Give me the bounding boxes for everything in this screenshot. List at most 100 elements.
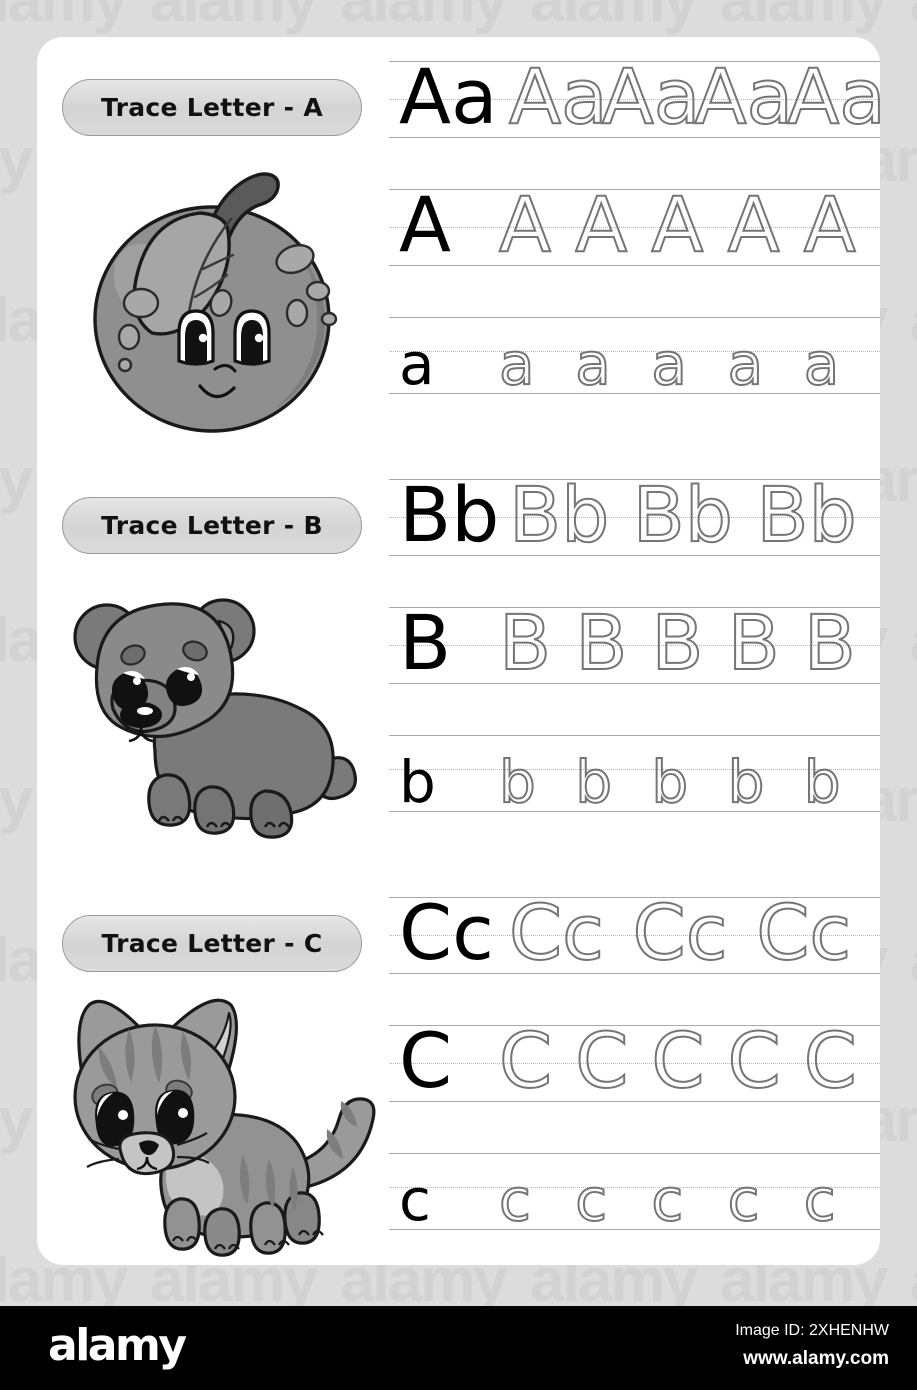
trace-row[interactable]: cccccc [389,1153,880,1253]
trace-letter: b [574,748,613,816]
title-pill-c[interactable]: Trace Letter - C [62,915,362,972]
trace-row[interactable]: Bb Bb Bb Bb [389,470,880,579]
trace-letter: C [727,1016,782,1105]
trace-row[interactable]: AAAAAA [389,180,880,289]
trace-letter: c [650,1166,684,1234]
image-id-text: Image ID: 2XHENHW [735,1322,889,1339]
title-label-a: Trace Letter - A [101,93,323,122]
trace-letter: Bb [508,470,610,559]
model-letter: B [399,598,452,687]
model-letter: c [399,1166,431,1234]
model-letter: Bb [399,470,500,559]
apple-illustration [37,141,387,441]
trace-letter: b [803,748,842,816]
trace-letter: c [498,1166,532,1234]
trace-letter: B [650,598,704,687]
trace-letter: b [727,748,766,816]
trace-letter: Bb [632,470,734,559]
trace-letter: a [574,330,612,398]
cat-illustration [37,977,387,1277]
trace-letter: C [650,1016,705,1105]
trace-row[interactable]: bbbbbb [389,735,880,835]
glyph-layer: bbbbbb [389,735,880,835]
section-c-trace-rows: Cc Cc Cc Cc C C C C C Cc c c c c c [389,877,880,1265]
glyph-layer: Cc Cc Cc Cc [389,888,880,997]
watermark-text: alamy [910,1250,917,1307]
alamy-footer-bar: alamy Image ID: 2XHENHW www.alamy.com [0,1306,917,1390]
watermark-text: alamy [0,0,128,35]
model-letter: b [399,748,436,816]
alamy-website-text: www.alamy.com [743,1348,889,1369]
watermark-text: alamy [0,1086,33,1155]
trace-letter: C [803,1016,858,1105]
title-label-b: Trace Letter - B [101,511,323,540]
watermark-text: alamy [910,930,917,992]
glyph-layer: Bb Bb Bb Bb [389,470,880,579]
section-b-trace-rows: Bb Bb Bb Bb B B B B B Bb b b b b b [389,459,880,879]
glyph-layer: Aa Aa Aa Aa Aa [389,52,887,161]
trace-letter: Aa [508,52,609,141]
trace-letter: a [727,330,765,398]
watermark-text: alamy [0,126,33,195]
trace-row[interactable]: CCCCCC [389,1016,880,1125]
trace-letter: c [803,1166,837,1234]
trace-letter: a [650,330,688,398]
glyph-layer: BBBBBB [389,598,880,707]
trace-row[interactable]: BBBBBB [389,598,880,707]
letter-section-a: Trace Letter - A Aa Aa Aa Aa Aa A A A A … [37,41,887,461]
title-pill-b[interactable]: Trace Letter - B [62,497,362,554]
letter-section-b: Trace Letter - B Bb Bb Bb Bb B B B B B B… [37,459,880,879]
title-pill-a[interactable]: Trace Letter - A [62,79,362,136]
trace-letter: A [574,180,628,269]
glyph-layer: CCCCCC [389,1016,880,1125]
trace-letter: C [574,1016,629,1105]
trace-letter: A [727,180,781,269]
trace-letter: Cc [755,888,852,977]
model-letter: A [399,180,451,269]
glyph-layer: AAAAAA [389,180,880,289]
trace-letter: c [574,1166,608,1234]
trace-row[interactable]: Cc Cc Cc Cc [389,888,880,997]
watermark-text: alamy [720,0,888,35]
letter-section-c: Trace Letter - C Cc Cc Cc Cc C C C C C C… [37,877,880,1265]
bear-illustration [37,559,387,859]
model-letter: C [399,1016,453,1105]
trace-letter: a [498,330,536,398]
trace-letter: c [727,1166,761,1234]
trace-letter: A [650,180,704,269]
watermark-text: alamy [910,610,917,672]
watermark-text: alamy [0,446,33,515]
trace-letter: Cc [632,888,729,977]
model-letter: Aa [399,52,498,141]
trace-letter: A [498,180,552,269]
worksheet-card: Trace Letter - A Aa Aa Aa Aa Aa A A A A … [37,37,887,1265]
trace-letter: Bb [755,470,857,559]
watermark-text: alamy [150,0,318,35]
glyph-layer: aaaaaa [389,317,880,417]
watermark-text: alamy [0,766,33,835]
worksheet-page: alamyalamyalamyalamyalamyalamyalamyalamy… [0,0,917,1390]
section-c-left-column: Trace Letter - C [37,877,387,1265]
trace-letter: Aa [786,52,887,141]
trace-letter: B [498,598,552,687]
title-label-c: Trace Letter - C [101,929,323,958]
section-a-trace-rows: Aa Aa Aa Aa Aa A A A A A Aa a a a a a [389,41,887,461]
trace-row[interactable]: Aa Aa Aa Aa Aa [389,52,887,161]
trace-letter: B [727,598,781,687]
model-letter: Cc [399,888,494,977]
trace-letter: Cc [508,888,605,977]
alamy-logo: alamy [48,1320,187,1371]
trace-letter: B [574,598,628,687]
trace-letter: B [803,598,857,687]
watermark-text: alamy [910,0,917,32]
section-b-left-column: Trace Letter - B [37,459,387,879]
watermark-text: alamy [910,290,917,352]
watermark-text: alamy [340,0,508,35]
model-letter: a [399,330,435,398]
trace-letter: A [803,180,857,269]
trace-letter: a [803,330,841,398]
trace-row[interactable]: aaaaaa [389,317,880,417]
trace-letter: b [650,748,689,816]
trace-letter: b [498,748,537,816]
watermark-text: alamy [530,0,698,35]
